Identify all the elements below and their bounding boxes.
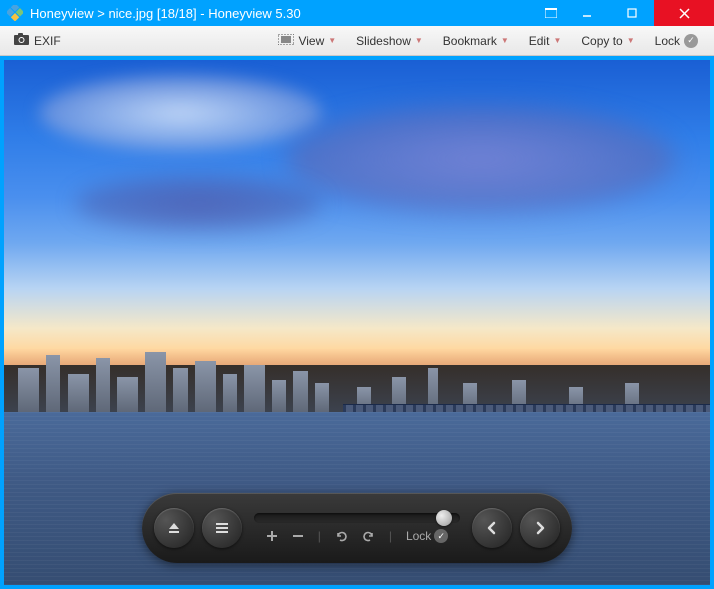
camera-icon xyxy=(14,33,29,48)
lock-toggle-small[interactable]: Lock ✓ xyxy=(406,529,448,543)
slider-thumb[interactable] xyxy=(436,510,452,526)
compact-mode-button[interactable] xyxy=(538,0,564,26)
rotate-right-button[interactable] xyxy=(362,530,375,543)
lock-toggle[interactable]: Lock ✓ xyxy=(647,31,706,51)
lock-small-label: Lock xyxy=(406,529,431,543)
chevron-down-icon: ▼ xyxy=(501,36,509,45)
view-label: View xyxy=(298,34,324,48)
window-title: Honeyview > nice.jpg [18/18] - Honeyview… xyxy=(30,6,538,21)
zoom-in-button[interactable] xyxy=(266,530,278,542)
chevron-down-icon: ▼ xyxy=(415,36,423,45)
previous-button[interactable] xyxy=(472,508,512,548)
maximize-button[interactable] xyxy=(609,0,654,26)
toolbar: EXIF View ▼ Slideshow ▼ Bookmark ▼ Edit … xyxy=(0,26,714,56)
exif-button[interactable]: EXIF xyxy=(8,31,67,50)
view-mode-icon xyxy=(278,34,294,48)
check-circle-icon: ✓ xyxy=(434,529,448,543)
bookmark-label: Bookmark xyxy=(443,34,497,48)
view-menu[interactable]: View ▼ xyxy=(270,31,344,51)
menu-button[interactable] xyxy=(202,508,242,548)
eject-button[interactable] xyxy=(154,508,194,548)
check-circle-icon: ✓ xyxy=(684,34,698,48)
chevron-down-icon: ▼ xyxy=(328,36,336,45)
zoom-out-button[interactable] xyxy=(292,530,304,542)
minimize-button[interactable] xyxy=(564,0,609,26)
player-controlbar: | | Lock ✓ xyxy=(142,493,572,563)
edit-menu[interactable]: Edit ▼ xyxy=(521,31,570,51)
copyto-label: Copy to xyxy=(581,34,622,48)
image-viewport[interactable]: | | Lock ✓ xyxy=(0,56,714,589)
slideshow-menu[interactable]: Slideshow ▼ xyxy=(348,31,431,51)
app-logo-icon xyxy=(6,4,24,22)
window-controls xyxy=(538,0,714,26)
chevron-down-icon: ▼ xyxy=(553,36,561,45)
progress-slider[interactable] xyxy=(254,513,460,523)
lock-label: Lock xyxy=(655,34,680,48)
slideshow-label: Slideshow xyxy=(356,34,411,48)
rotate-left-button[interactable] xyxy=(335,530,348,543)
bookmark-menu[interactable]: Bookmark ▼ xyxy=(435,31,517,51)
edit-label: Edit xyxy=(529,34,550,48)
exif-label: EXIF xyxy=(34,34,61,48)
titlebar[interactable]: Honeyview > nice.jpg [18/18] - Honeyview… xyxy=(0,0,714,26)
copy-to-menu[interactable]: Copy to ▼ xyxy=(573,31,642,51)
close-button[interactable] xyxy=(654,0,714,26)
chevron-down-icon: ▼ xyxy=(627,36,635,45)
next-button[interactable] xyxy=(520,508,560,548)
